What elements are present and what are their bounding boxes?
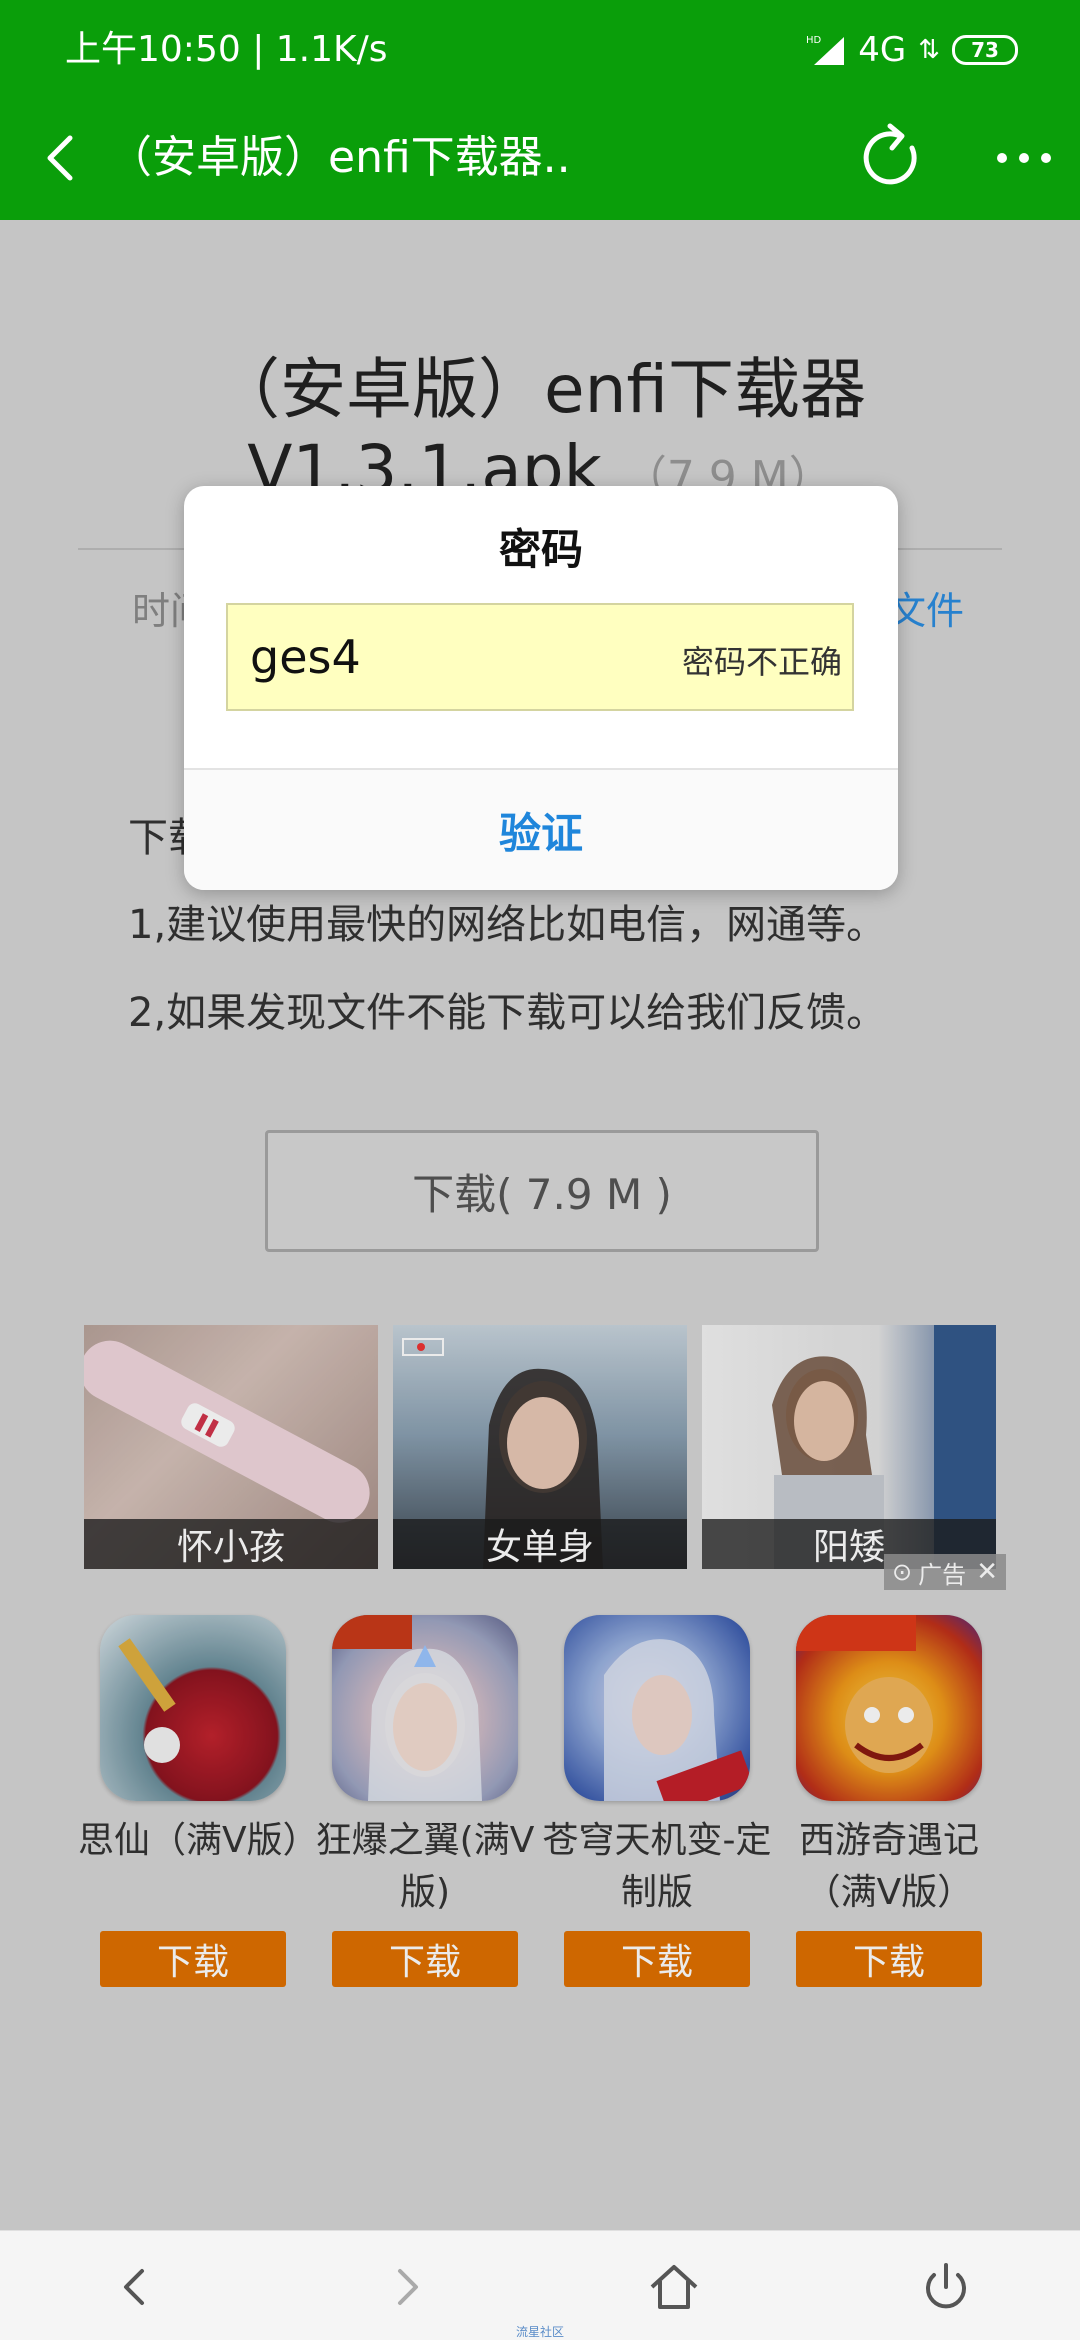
password-error: 密码不正确 bbox=[681, 643, 842, 681]
password-value[interactable]: ges4 bbox=[250, 630, 682, 684]
back-icon[interactable] bbox=[38, 126, 88, 190]
verify-button[interactable]: 验证 bbox=[184, 770, 898, 890]
status-time-speed: 上午10:50 | 1.1K/s bbox=[65, 29, 388, 70]
dialog-title: 密码 bbox=[498, 525, 583, 574]
nav-credit: 流星社区 bbox=[515, 2325, 564, 2339]
signal-icon: HD bbox=[806, 33, 846, 67]
home-icon[interactable] bbox=[638, 2251, 710, 2323]
bottom-nav-bar: 流星社区 bbox=[0, 2230, 1080, 2340]
password-input[interactable]: ges4 密码不正确 bbox=[226, 603, 854, 711]
data-arrows-icon: ⇅ bbox=[918, 35, 940, 65]
browser-page: 上午10:50 | 1.1K/s HD 4G ⇅ 73 （安卓版）enfi下载器… bbox=[0, 0, 1080, 2340]
password-dialog: 密码 ges4 密码不正确 验证 bbox=[184, 486, 898, 890]
network-type: 4G bbox=[858, 30, 907, 70]
browser-title-bar: （安卓版）enfi下载器.. bbox=[0, 98, 1080, 220]
status-bar: 上午10:50 | 1.1K/s HD 4G ⇅ 73 bbox=[0, 0, 1080, 98]
refresh-icon[interactable] bbox=[860, 118, 928, 198]
nav-back-icon[interactable] bbox=[100, 2251, 172, 2323]
power-icon[interactable] bbox=[910, 2251, 982, 2323]
svg-text:HD: HD bbox=[806, 35, 822, 46]
battery-level: 73 bbox=[971, 38, 999, 62]
battery-icon: 73 bbox=[952, 35, 1018, 65]
more-icon[interactable] bbox=[992, 128, 1056, 188]
status-indicators: HD 4G ⇅ 73 bbox=[806, 28, 1018, 72]
page-title: （安卓版）enfi下载器.. bbox=[108, 132, 571, 183]
nav-forward-icon[interactable] bbox=[370, 2251, 442, 2323]
